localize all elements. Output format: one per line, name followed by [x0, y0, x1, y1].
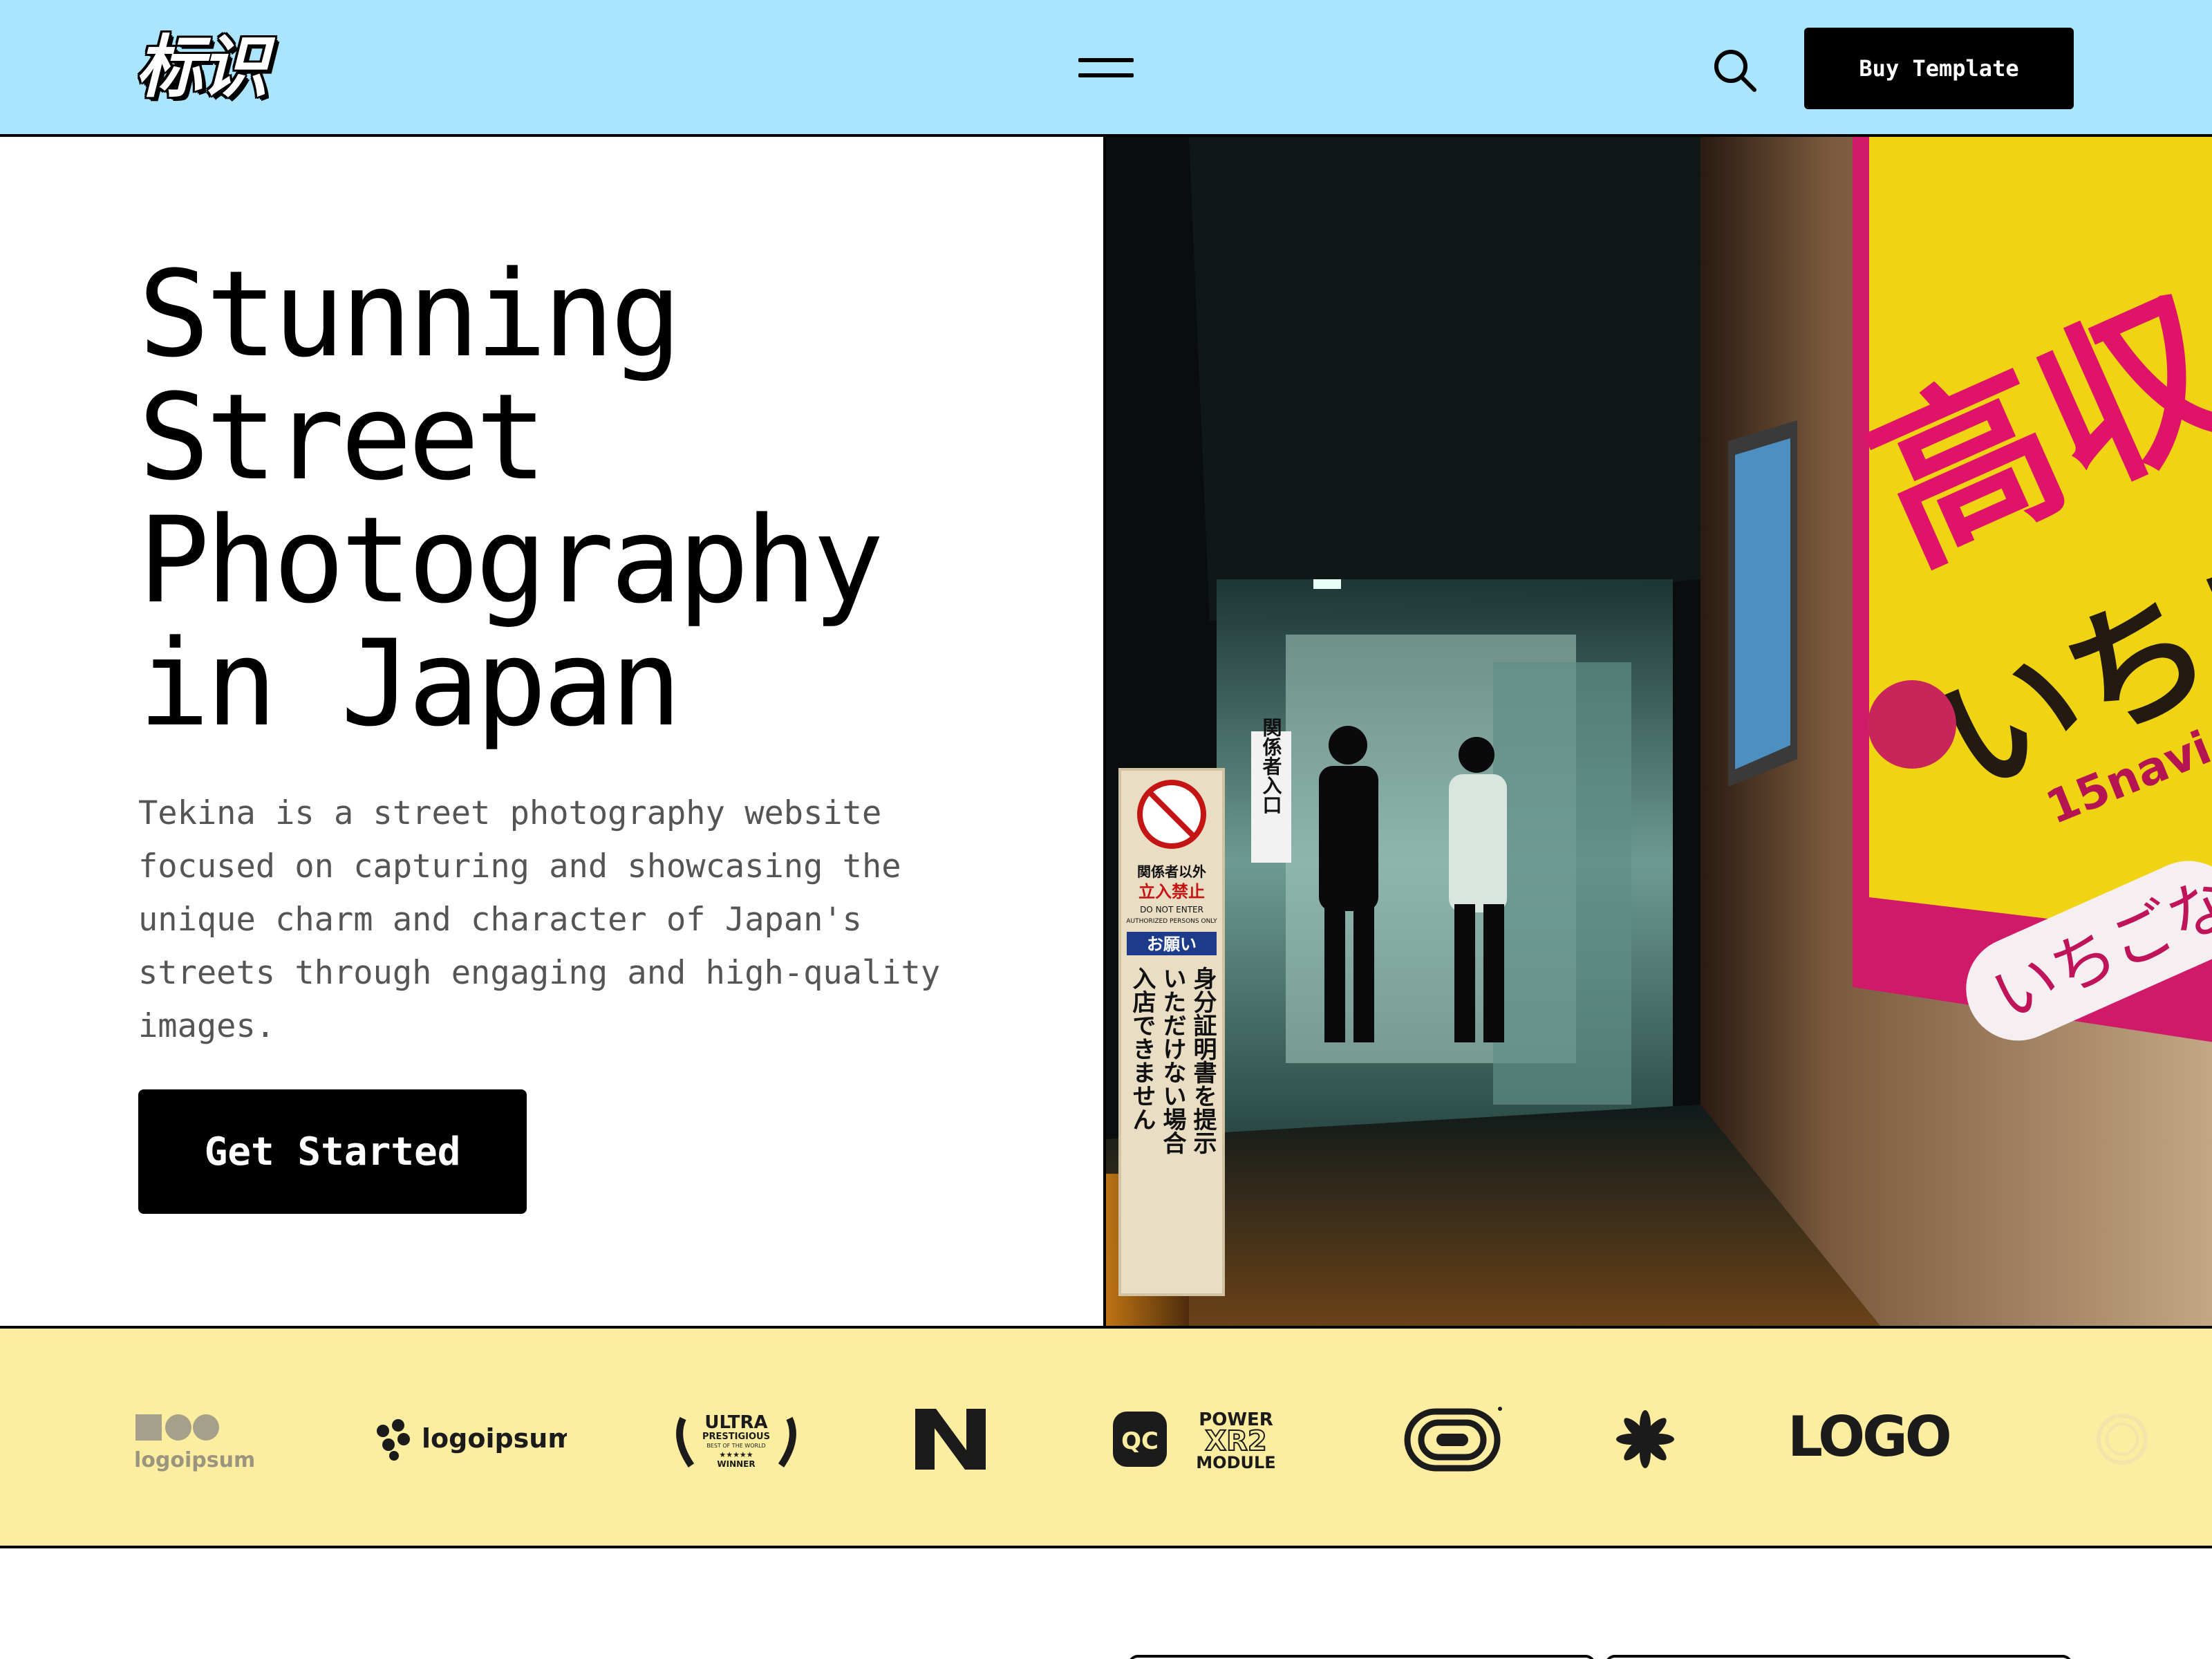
card-top-edge: [1605, 1655, 2072, 1659]
sign-prohibited-text: 立入禁止: [1138, 882, 1205, 901]
logo-label: logoipsum: [134, 1448, 255, 1472]
hero-section: Stunning Street Photography in Japan Tek…: [0, 137, 1103, 1326]
sign-no-entry-store-text: 入店できません: [1128, 966, 1156, 1131]
logo-sub2: BEST OF THE WORLD: [706, 1443, 765, 1449]
vertical-sign-text: 関係者入口: [1260, 718, 1283, 814]
hero-title-line: Street: [138, 368, 547, 507]
logo-label: ULTRA: [704, 1412, 767, 1433]
logo-label: LOGO: [1788, 1405, 1949, 1469]
flower-mark-logo: [1611, 1405, 1680, 1474]
logoipsum-logo: logoipsum: [373, 1405, 567, 1474]
ultra-prestigious-logo: ULTRA PRESTIGIOUS BEST OF THE WORLD ★★★★…: [671, 1405, 802, 1474]
hero-title-line: in Japan: [138, 614, 682, 753]
site-logo[interactable]: 标识: [135, 28, 294, 108]
sign-id-text: 身分証明書を提示: [1189, 966, 1217, 1154]
sign-no-entry-text: 関係者以外: [1137, 863, 1206, 880]
n-mark-logo: [912, 1405, 988, 1474]
sign-authorized-only: AUTHORIZED PERSONS ONLY: [1126, 918, 1217, 925]
logo-badge: QC: [1121, 1427, 1159, 1455]
svg-text:★★★★★: ★★★★★: [719, 1450, 753, 1459]
hamburger-icon[interactable]: [1073, 55, 1139, 83]
logo-sub: PRESTIGIOUS: [702, 1432, 770, 1442]
logo-wordmark: LOGO: [1788, 1405, 1981, 1474]
logo-sub3: WINNER: [717, 1459, 755, 1469]
hero-title-line: Photography: [138, 491, 884, 630]
faded-circle-logo: [2094, 1405, 2150, 1474]
sign-do-not-enter: DO NOT ENTER: [1140, 905, 1203, 915]
sign-if-unable-text: いただけない場合: [1159, 966, 1186, 1154]
hero-photo: 関係者入口 関係者以外 立入禁止 DO NOT ENTER AUTHORIZED…: [1103, 137, 2212, 1326]
hero-description: Tekina is a street photography website f…: [138, 794, 941, 1045]
next-section: [0, 1548, 2212, 1659]
logo-label: logoipsum: [422, 1423, 567, 1454]
sign-notice-header: お願い: [1147, 935, 1197, 954]
top-nav: 标识 Buy Template: [0, 0, 2212, 137]
hero-title-line: Stunning: [138, 245, 682, 384]
logo-text: 标识: [135, 28, 268, 107]
hero-title: Stunning Street Photography in Japan: [138, 253, 1078, 745]
get-started-button[interactable]: Get Started: [138, 1089, 527, 1214]
search-icon[interactable]: [1710, 46, 1760, 95]
card-top-edge: [1128, 1655, 1595, 1659]
buy-template-button[interactable]: Buy Template: [1804, 28, 2074, 109]
logo-line3: MODULE: [1196, 1453, 1275, 1472]
logoipsum-grey-logo: logoipsum: [134, 1405, 265, 1474]
partner-logos: logoipsum logoipsum ULTRA PRESTIGIOUS BE…: [0, 1326, 2212, 1548]
power-xr2-logo: QC POWER XR2 MODULE: [1112, 1405, 1288, 1474]
loop-mark-logo: [1403, 1405, 1507, 1474]
